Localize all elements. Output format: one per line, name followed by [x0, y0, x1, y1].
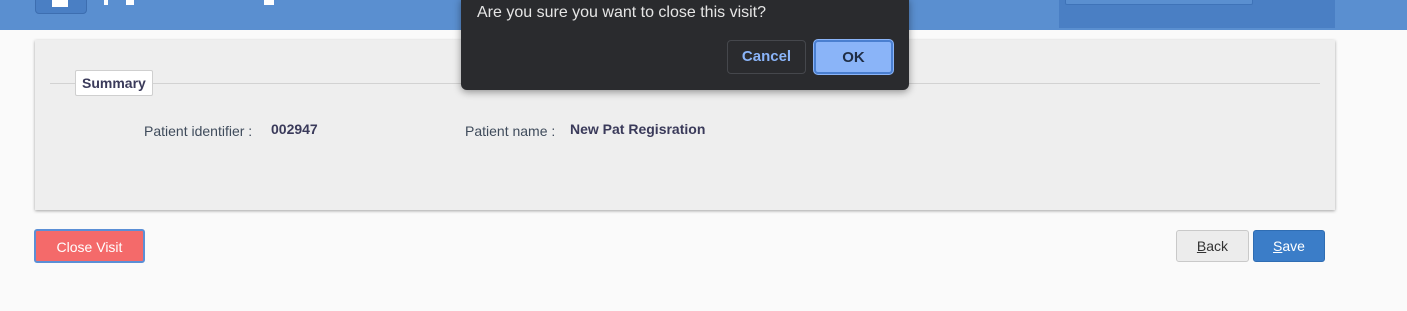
save-access-key: S [1273, 238, 1283, 254]
close-visit-button[interactable]: Close Visit [34, 229, 145, 263]
patient-identifier-value: 002947 [271, 121, 318, 137]
save-label-rest: ave [1282, 238, 1305, 254]
dialog-message: Are you sure you want to close this visi… [477, 4, 767, 21]
patient-identifier-label: Patient identifier : [144, 123, 253, 139]
back-button[interactable]: Back [1176, 230, 1249, 262]
patient-name-value: New Pat Regisration [570, 121, 706, 137]
menu-button[interactable] [35, 0, 87, 14]
save-button[interactable]: Save [1253, 230, 1325, 262]
back-label-rest: ack [1206, 238, 1229, 254]
confirm-dialog: Are you sure you want to close this visi… [461, 0, 909, 90]
grid-icon [52, 0, 68, 7]
header-user-area [1059, 0, 1335, 28]
header-search-field[interactable] [1065, 0, 1253, 5]
summary-legend: Summary [75, 70, 153, 96]
dialog-ok-button[interactable]: OK [814, 40, 893, 74]
patient-name-label: Patient name : [465, 123, 556, 139]
dialog-cancel-button[interactable]: Cancel [727, 40, 806, 74]
back-access-key: B [1196, 238, 1207, 254]
header-title-fragment [100, 0, 280, 8]
